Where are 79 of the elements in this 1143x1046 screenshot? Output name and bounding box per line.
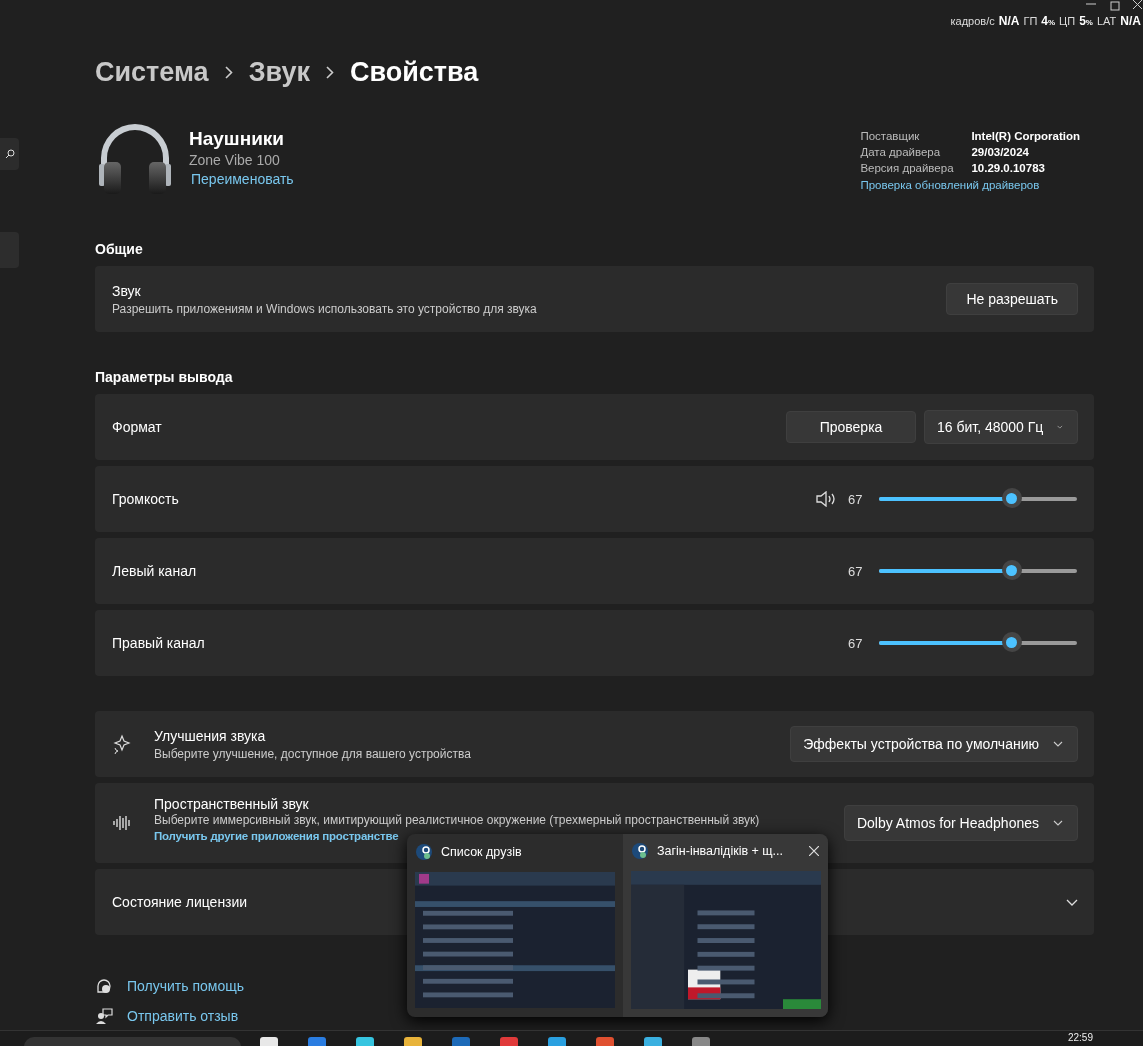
- test-button[interactable]: Проверка: [786, 411, 916, 443]
- taskbar-app-icon[interactable]: [260, 1037, 278, 1046]
- chevron-down-icon: [1053, 741, 1063, 747]
- device-model: Zone Vibe 100: [189, 152, 281, 168]
- driver-update-link[interactable]: Проверка обновлений драйверов: [860, 179, 1080, 191]
- spatial-dropdown[interactable]: Dolby Atmos for Headphones: [843, 805, 1078, 841]
- overlay-label: LAT: [1096, 15, 1117, 27]
- enhancements-dropdown[interactable]: Эффекты устройства по умолчанию: [790, 726, 1078, 762]
- chevron-right-icon: [224, 65, 233, 79]
- driver-label: Дата драйвера: [860, 146, 942, 158]
- breadcrumb-item: Свойства: [350, 56, 479, 88]
- overlay-label: кадров/с: [950, 15, 995, 27]
- value-label: 67: [848, 635, 864, 651]
- setting-description: Выберите улучшение, доступное для вашего устройства: [154, 746, 472, 761]
- taskbar-app-icon[interactable]: [596, 1037, 614, 1046]
- chevron-down-icon[interactable]: [1066, 898, 1078, 906]
- overlay-value: N/A: [1120, 14, 1141, 28]
- overlay-label: ГП: [1023, 15, 1038, 27]
- driver-value: Intel(R) Corporation: [971, 130, 1080, 142]
- taskbar-app-icon[interactable]: [452, 1037, 470, 1046]
- driver-value: 29/03/2024: [971, 146, 1030, 158]
- close-icon[interactable]: [1133, 0, 1142, 9]
- sparkle-icon: [112, 734, 132, 754]
- overlay-value: 5%: [1079, 14, 1093, 28]
- slider[interactable]: [878, 632, 1078, 654]
- chevron-right-icon: [326, 65, 334, 79]
- window-preview[interactable]: Загін-інвалідіків + щ...: [623, 834, 828, 1017]
- driver-value: 10.29.0.10783: [971, 162, 1046, 174]
- disallow-button[interactable]: Не разрешать: [946, 283, 1078, 315]
- row-label: Формат: [112, 419, 163, 435]
- driver-label: Версия драйвера: [860, 162, 955, 174]
- chevron-down-icon: [1053, 820, 1063, 826]
- taskbar-app-icon[interactable]: [500, 1037, 518, 1046]
- breadcrumb-item[interactable]: Система: [95, 56, 209, 88]
- setting-description: Разрешить приложениям и Windows использовать это устройство для звука: [112, 301, 538, 316]
- taskbar-app-icon[interactable]: [308, 1037, 326, 1046]
- value-label: 67: [848, 563, 864, 579]
- setting-title: Состояние лицензии: [112, 894, 249, 910]
- driver-label: Поставщик: [860, 130, 921, 142]
- window-title: Список друзів: [441, 845, 523, 859]
- feedback-icon: [95, 1007, 113, 1025]
- taskbar-app-icon[interactable]: [548, 1037, 566, 1046]
- setting-title: Пространственный звук: [154, 796, 310, 812]
- maximize-icon[interactable]: [1110, 1, 1120, 11]
- sound-wave-icon: [112, 813, 132, 833]
- overlay-value: N/A: [998, 14, 1020, 28]
- app-icon: [415, 843, 433, 861]
- device-name: Наушники: [189, 128, 286, 150]
- section-title: Общие: [95, 241, 144, 257]
- taskbar-app-icon[interactable]: [356, 1037, 374, 1046]
- footer-link[interactable]: Отправить отзыв: [127, 1008, 239, 1024]
- window-title: Загін-інвалідіків + щ...: [657, 844, 784, 859]
- setting-title: Улучшения звука: [154, 727, 267, 744]
- search-icon[interactable]: [5, 149, 15, 159]
- chevron-down-icon: [1057, 424, 1063, 430]
- value-label: 67: [848, 491, 864, 507]
- row-label: Правый канал: [112, 635, 206, 651]
- overlay-value: 4%: [1041, 14, 1056, 28]
- breadcrumb-item[interactable]: Звук: [248, 56, 310, 88]
- window-preview[interactable]: Список друзів: [407, 834, 623, 1017]
- row-label: Левый канал: [112, 563, 198, 579]
- setting-description: Выберите иммерсивный звук, имитирующий реалистичное окружение (трехмерный пространственный звук): [154, 812, 761, 828]
- overlay-label: ЦП: [1059, 15, 1076, 27]
- slider[interactable]: [878, 560, 1078, 582]
- slider[interactable]: [878, 488, 1078, 510]
- row-label: Громкость: [112, 491, 180, 507]
- setting-title: Звук: [112, 282, 142, 299]
- app-icon: [631, 842, 649, 861]
- clock: 22:59: [1067, 1032, 1093, 1043]
- speaker-icon[interactable]: [816, 491, 838, 507]
- help-icon: [95, 977, 113, 995]
- footer-link[interactable]: Получить помощь: [127, 978, 244, 994]
- taskbar-app-icon[interactable]: [644, 1037, 662, 1046]
- rename-link[interactable]: Переименовать: [191, 171, 294, 187]
- section-title: Параметры вывода: [95, 369, 234, 385]
- close-button[interactable]: [807, 844, 821, 859]
- taskbar-app-icon[interactable]: [692, 1037, 710, 1046]
- format-dropdown[interactable]: 16 бит, 48000 Гц: [924, 410, 1078, 444]
- taskbar-app-icon[interactable]: [404, 1037, 422, 1046]
